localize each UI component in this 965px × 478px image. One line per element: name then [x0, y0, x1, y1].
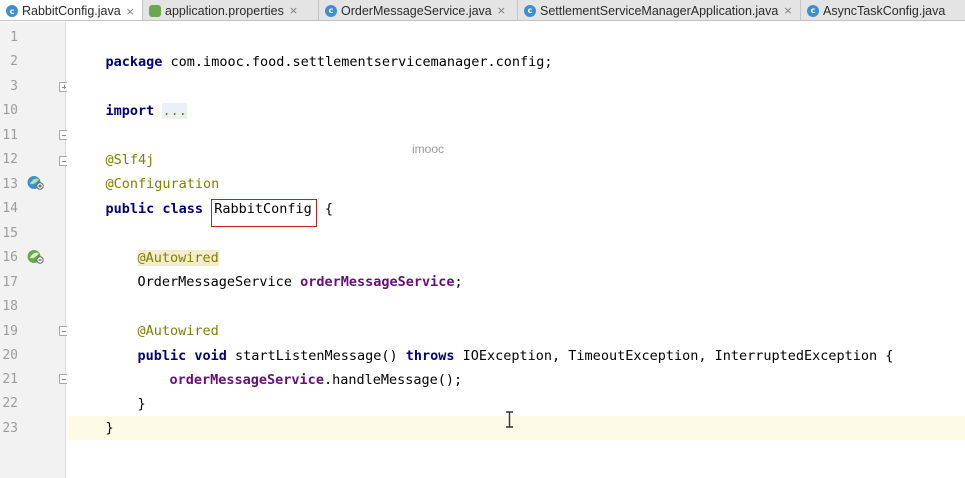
- brace: {: [316, 201, 334, 217]
- tab-asynctaskconfig[interactable]: c AsyncTaskConfig.java: [801, 0, 965, 20]
- spring-bean-icon[interactable]: [27, 175, 44, 190]
- code-editor[interactable]: package com.imooc.food.settlementservice…: [67, 22, 965, 478]
- line-number: 2: [10, 54, 18, 69]
- java-class-icon: c: [6, 5, 18, 17]
- line-number: 21: [2, 372, 18, 387]
- tab-label: OrderMessageService.java: [341, 3, 492, 18]
- semicolon: ;: [454, 274, 463, 290]
- tab-rabbitconfig[interactable]: c RabbitConfig.java ×: [0, 0, 143, 20]
- code-line-21: }: [105, 368, 146, 412]
- line-number: 16: [2, 250, 18, 265]
- tab-application-properties[interactable]: application.properties ×: [143, 0, 319, 20]
- text-cursor-icon: [506, 411, 513, 428]
- brace: }: [105, 420, 114, 436]
- close-icon[interactable]: ×: [126, 5, 135, 18]
- code-line-11: @Slf4j: [73, 124, 155, 168]
- editor-tab-bar: c RabbitConfig.java × application.proper…: [0, 0, 965, 21]
- tab-label: AsyncTaskConfig.java: [823, 3, 946, 18]
- class-name-highlight: RabbitConfig: [211, 199, 317, 227]
- java-class-icon: c: [524, 4, 536, 17]
- line-number: 20: [2, 348, 18, 363]
- tab-ordermessageservice[interactable]: c OrderMessageService.java ×: [319, 0, 518, 20]
- code-line-15: @Autowired: [105, 222, 219, 266]
- code-line-12: @Configuration: [73, 148, 220, 192]
- line-number: 19: [2, 324, 18, 339]
- line-number: 13: [2, 177, 18, 192]
- keyword: public class: [105, 201, 204, 217]
- close-icon[interactable]: ×: [289, 4, 298, 17]
- keyword: package: [105, 54, 163, 70]
- code-line-22: }: [73, 392, 114, 436]
- properties-file-icon: [149, 4, 161, 17]
- type-name: OrderMessageService: [137, 274, 292, 290]
- field-name: orderMessageService: [169, 372, 324, 388]
- code-line-20: orderMessageService.handleMessage();: [137, 344, 463, 388]
- line-number: 10: [2, 103, 18, 118]
- brace: }: [137, 396, 146, 412]
- tab-label: application.properties: [165, 3, 284, 18]
- code-line-19: public void startListenMessage() throws …: [105, 320, 894, 364]
- watermark: imooc: [412, 142, 445, 156]
- package-name: com.imooc.food.settlementservicemanager.…: [162, 54, 553, 70]
- line-number: 18: [2, 299, 18, 314]
- spring-autowired-icon[interactable]: [27, 249, 44, 264]
- line-number: 23: [2, 421, 18, 436]
- tab-label: RabbitConfig.java: [22, 4, 121, 18]
- java-class-icon: c: [325, 4, 337, 17]
- line-number: 3: [10, 79, 18, 94]
- line-number: 14: [2, 201, 18, 216]
- line-number: 1: [10, 30, 18, 45]
- line-number: 15: [2, 226, 18, 241]
- tab-settlementservicemanagerapplication[interactable]: c SettlementServiceManagerApplication.ja…: [518, 0, 801, 20]
- method-call: .handleMessage();: [323, 372, 463, 388]
- code-line-3: import ...: [73, 75, 187, 119]
- field-name: orderMessageService: [300, 274, 455, 290]
- line-number: 11: [2, 128, 18, 143]
- line-number: 12: [2, 152, 18, 167]
- tab-label: SettlementServiceManagerApplication.java: [540, 3, 779, 18]
- close-icon[interactable]: ×: [497, 4, 506, 17]
- java-class-icon: c: [807, 4, 819, 17]
- keyword: import: [105, 103, 155, 119]
- line-number: 22: [2, 396, 18, 411]
- exceptions: IOException, TimeoutException, Interrupt…: [454, 348, 894, 364]
- close-icon[interactable]: ×: [783, 4, 792, 17]
- code-line-1: package com.imooc.food.settlementservice…: [73, 26, 553, 70]
- current-line-highlight: [67, 416, 965, 440]
- folded-imports[interactable]: ...: [162, 103, 187, 119]
- code-line-16: OrderMessageService orderMessageService;: [105, 246, 463, 290]
- line-number: 17: [2, 275, 18, 290]
- code-line-18: @Autowired: [105, 295, 219, 339]
- editor-gutter: 1 2 3 10 11 12 13 14 15 16 17 18 19 20 2…: [0, 22, 69, 478]
- code-line-13: public class RabbitConfig {: [73, 173, 333, 227]
